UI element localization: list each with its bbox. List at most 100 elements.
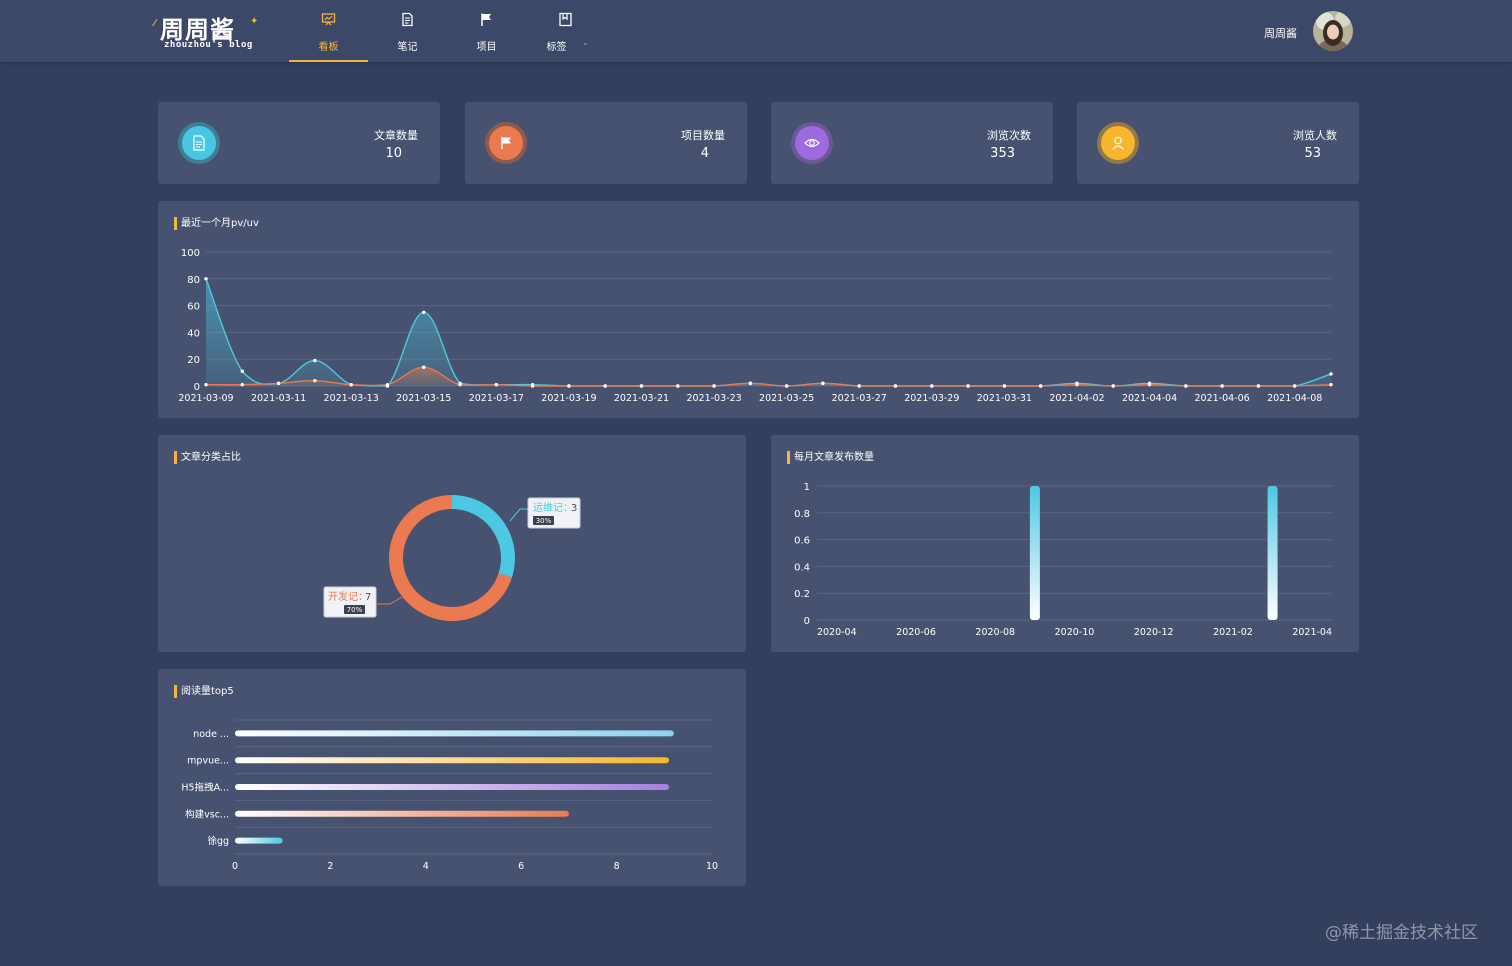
- bar: [235, 730, 674, 737]
- bar: [235, 810, 569, 817]
- bookmark-icon: [559, 12, 572, 27]
- label-leader-line: [377, 596, 403, 605]
- document-icon: [193, 135, 205, 151]
- avatar[interactable]: [1313, 11, 1353, 51]
- x-tick-label: 2021-03-23: [686, 393, 741, 404]
- data-point: [930, 384, 934, 388]
- data-point: [494, 382, 499, 387]
- data-point: [313, 378, 317, 383]
- x-tick-label: 2: [327, 861, 333, 872]
- data-point: [530, 384, 535, 388]
- data-point: [1147, 382, 1152, 387]
- x-tick-label: 2021-03-21: [614, 393, 669, 404]
- nav-item-tags[interactable]: 标签 ⌄: [526, 0, 605, 62]
- data-point: [821, 381, 825, 386]
- eye-icon: [804, 138, 820, 148]
- data-point: [1256, 384, 1261, 388]
- bar: [1267, 486, 1278, 620]
- data-point: [349, 382, 353, 387]
- chevron-down-icon[interactable]: ⌄: [582, 38, 589, 47]
- top5-bar-chart: 0 2 4 6 8 10 node ... mpvue... H5拖拽A... 构建vsc... 徐…: [181, 719, 718, 872]
- x-tick-label: 2021-03-09: [178, 393, 233, 404]
- slice-percent: 30%: [536, 517, 552, 525]
- y-tick-label: 100: [181, 248, 200, 259]
- flag-icon: [481, 13, 491, 26]
- y-tick-label: node ...: [193, 729, 229, 740]
- x-tick-label: 2021-04-02: [1049, 393, 1104, 404]
- category-panel: 文章分类占比 运维记： 3 30% 开发记： 7 70%: [158, 435, 746, 652]
- x-tick-label: 6: [518, 861, 524, 872]
- data-point: [1184, 384, 1188, 388]
- data-point: [240, 369, 244, 373]
- x-tick-label: 10: [706, 861, 718, 872]
- data-point: [1002, 384, 1007, 388]
- x-tick-label: 2020-04: [817, 627, 857, 638]
- pvuv-line-chart: 0 20 40 60 80 100 2021-03-09 2021-03-11 2021-03-…: [178, 248, 1333, 404]
- nav-label: 标签: [546, 42, 567, 53]
- slice-name: 开发记：: [328, 590, 368, 603]
- stat-value: 53: [1304, 146, 1321, 161]
- x-tick-label: 2021-03-25: [759, 393, 814, 404]
- data-point: [204, 382, 208, 387]
- label-leader-line: [509, 508, 530, 522]
- data-point: [1329, 382, 1333, 387]
- top5-panel: 阅读量top5 0 2 4 6 8 10 node ... mpvue... H5拖拽A... 构…: [158, 669, 746, 886]
- data-point: [422, 310, 426, 314]
- stat-value: 4: [700, 146, 709, 161]
- series-line: [205, 366, 1332, 387]
- stat-label: 浏览次数: [987, 129, 1031, 142]
- data-point: [458, 382, 462, 387]
- stat-label: 浏览人数: [1293, 129, 1337, 142]
- stat-card-articles: 文章数量 10: [158, 102, 440, 184]
- stat-value: 10: [385, 146, 402, 161]
- stat-card-visitors: 浏览人数 53: [1077, 102, 1359, 184]
- x-tick-label: 2021-03-19: [541, 393, 596, 404]
- nav-item-notes[interactable]: 笔记: [368, 0, 447, 62]
- x-tick-label: 2021-03-27: [832, 393, 887, 404]
- category-donut-chart: 运维记：3 30% 开发记：770%: [323, 495, 581, 621]
- logo-spark-icon: ⁄: [154, 18, 156, 29]
- logo-subtitle: zhouzhou's blog: [164, 40, 253, 50]
- y-tick-label: mpvue...: [187, 756, 229, 767]
- stat-icon-circle: [1097, 122, 1139, 164]
- x-tick-label: 2021-03-31: [977, 393, 1032, 404]
- stat-value: 353: [990, 146, 1015, 161]
- data-point: [712, 384, 716, 388]
- bar: [235, 784, 670, 790]
- y-tick-label: 构建vsc...: [185, 808, 229, 820]
- nav-item-dashboard[interactable]: 看板: [289, 0, 368, 62]
- watermark: @稀土掘金技术社区: [1325, 923, 1478, 943]
- data-point: [567, 384, 571, 388]
- stat-label: 文章数量: [374, 129, 418, 142]
- data-point: [893, 384, 898, 388]
- data-point: [676, 384, 680, 388]
- user-icon: [1112, 136, 1124, 150]
- x-tick-label: 2020-10: [1055, 627, 1095, 638]
- x-tick-label: 2021-03-17: [469, 393, 524, 404]
- y-tick-label: 0.6: [794, 536, 810, 547]
- logo-spark-icon: ✦: [250, 16, 259, 27]
- data-point: [276, 381, 281, 386]
- y-tick-label: 0.2: [794, 589, 810, 600]
- data-point: [1075, 382, 1079, 387]
- x-tick-label: 2021-04-06: [1195, 393, 1250, 404]
- document-icon: [402, 12, 413, 27]
- nav-label: 笔记: [397, 42, 418, 53]
- x-tick-label: 2021-03-15: [396, 393, 451, 404]
- stat-icon-circle: [178, 122, 220, 164]
- x-tick-label: 2020-06: [896, 627, 936, 638]
- stat-icon-circle: [485, 122, 527, 164]
- top-navbar: ⁄ 周周酱 ✦ zhouzhou's blog 看板 笔记 项目 标签 ⌄ 周周…: [0, 0, 1512, 62]
- bar: [1029, 486, 1040, 620]
- data-point: [639, 384, 644, 388]
- site-logo[interactable]: ⁄ 周周酱 ✦ zhouzhou's blog: [154, 10, 260, 54]
- data-point: [857, 384, 861, 388]
- y-tick-label: 徐gg: [207, 835, 229, 847]
- slice-percent: 70%: [347, 606, 363, 614]
- data-point: [966, 384, 970, 388]
- y-tick-label: 0.4: [794, 562, 810, 573]
- user-name[interactable]: 周周酱: [1264, 25, 1297, 41]
- monthly-bar-chart: 0 0.2 0.4 0.6 0.8 1 2020-04 2020-06 2020-08 2020-…: [794, 482, 1332, 638]
- stat-card-projects: 项目数量 4: [465, 102, 747, 184]
- y-tick-label: 20: [187, 355, 200, 366]
